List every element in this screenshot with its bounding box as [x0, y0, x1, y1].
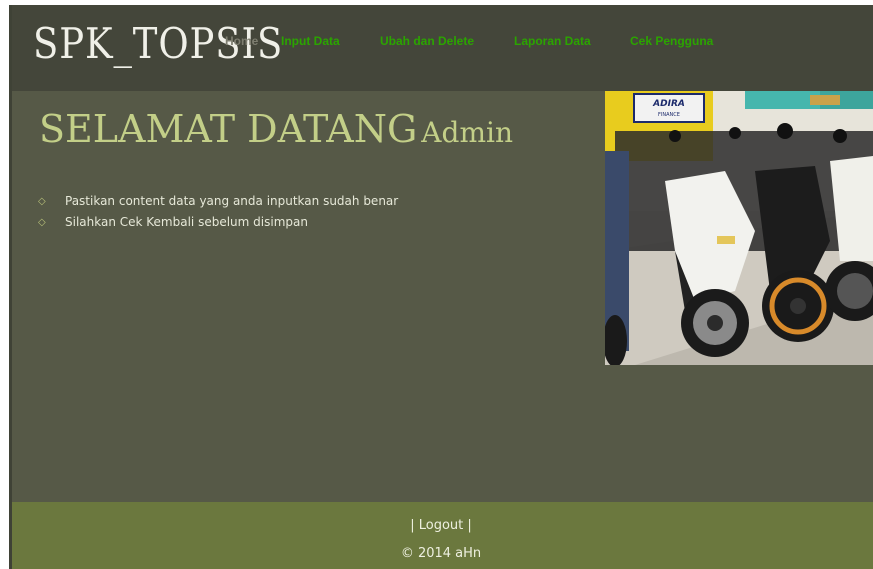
- list-item: ◇ Pastikan content data yang anda inputk…: [35, 191, 398, 212]
- site-footer: | Logout | © 2014 aHn: [9, 502, 873, 569]
- logout-line: | Logout |: [9, 518, 873, 533]
- note-text: Silahkan Cek Kembali sebelum disimpan: [65, 215, 308, 229]
- diamond-bullet-icon: ◇: [38, 217, 46, 228]
- nav-cek-pengguna[interactable]: Cek Pengguna: [630, 34, 713, 48]
- copyright-text: © 2014 aHn: [400, 546, 482, 561]
- welcome-text: SELAMAT DATANG: [39, 107, 418, 151]
- logout-suffix: |: [463, 518, 472, 533]
- welcome-user: Admin: [421, 116, 513, 149]
- logout-link[interactable]: Logout: [419, 518, 464, 533]
- note-text: Pastikan content data yang anda inputkan…: [65, 194, 399, 208]
- notes-list: ◇ Pastikan content data yang anda inputk…: [35, 191, 398, 233]
- welcome-heading: SELAMAT DATANG Admin: [39, 107, 513, 151]
- diamond-bullet-icon: ◇: [38, 196, 46, 207]
- nav-home[interactable]: Home: [225, 34, 258, 48]
- motorcycle-photo-illustration: ADIRA FINANCE: [605, 91, 873, 365]
- motorcycle-showroom-photo: ADIRA FINANCE: [605, 91, 873, 365]
- site-header: SPK_TOPSIS Home Input Data Ubah dan Dele…: [9, 5, 873, 91]
- nav-laporan-data[interactable]: Laporan Data: [514, 34, 591, 48]
- sign-subtext: FINANCE: [658, 112, 680, 118]
- nav-ubah-dan-delete[interactable]: Ubah dan Delete: [380, 34, 474, 48]
- logout-prefix: |: [410, 518, 419, 533]
- nav-input-data[interactable]: Input Data: [281, 34, 340, 48]
- page-frame: SPK_TOPSIS Home Input Data Ubah dan Dele…: [9, 5, 873, 569]
- content-area: SELAMAT DATANG Admin ◇ Pastikan content d…: [9, 91, 873, 502]
- sign-text: ADIRA: [652, 99, 685, 109]
- list-item: ◇ Silahkan Cek Kembali sebelum disimpan: [35, 212, 398, 233]
- left-border: [9, 5, 12, 569]
